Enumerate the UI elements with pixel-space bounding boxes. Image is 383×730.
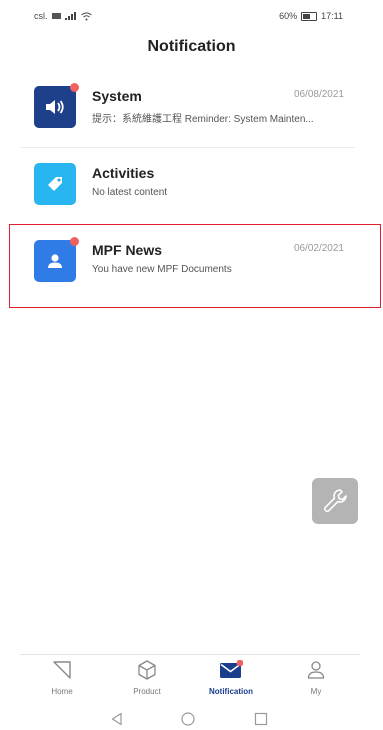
status-bar: csl. 60% 17:11	[0, 0, 383, 30]
wifi-icon	[80, 12, 92, 20]
tab-label: My	[310, 687, 322, 696]
tag-icon	[48, 177, 62, 191]
status-left: csl.	[34, 11, 92, 21]
speaker-icon	[46, 100, 64, 114]
wrench-icon	[324, 489, 347, 513]
notification-date: 06/08/2021	[293, 89, 344, 100]
tab-label: Product	[133, 687, 161, 696]
tabbar-divider	[20, 654, 360, 655]
notification-subtitle: 提示：系統維護工程 Reminder: System Mainten...	[92, 114, 314, 125]
carrier-label: csl.	[34, 11, 48, 21]
system-nav-bar	[0, 710, 383, 730]
recents-icon[interactable]	[254, 712, 268, 726]
battery-percent: 60%	[279, 11, 298, 21]
system-icon-box	[34, 83, 79, 128]
cube-icon	[138, 660, 156, 680]
tab-notification[interactable]: Notification	[195, 658, 267, 700]
tab-product[interactable]: Product	[111, 658, 183, 700]
tools-fab-button[interactable]	[312, 478, 358, 524]
triangle-icon	[53, 661, 71, 679]
activities-icon-box	[34, 163, 76, 205]
page-title: Notification	[147, 38, 236, 55]
tab-my[interactable]: My	[280, 658, 352, 700]
sim-icon	[51, 13, 61, 19]
clock: 17:11	[321, 11, 343, 21]
user-icon	[307, 661, 325, 679]
tab-home[interactable]: Home	[26, 658, 98, 700]
notification-system[interactable]: System 06/08/2021 提示：系統維護工程 Reminder: Sy…	[20, 70, 355, 147]
tab-label: Home	[51, 687, 73, 696]
notification-activities[interactable]: Activities No latest content	[20, 147, 355, 224]
notification-title: System	[92, 88, 142, 104]
selection-highlight-box	[9, 224, 381, 308]
tab-label: Notification	[209, 687, 253, 696]
status-right: 60% 17:11	[279, 11, 343, 21]
unread-dot	[70, 83, 79, 92]
notification-subtitle: No latest content	[92, 187, 168, 198]
envelope-icon	[220, 660, 243, 678]
battery-icon	[301, 11, 318, 21]
signal-icon	[64, 12, 76, 20]
home-circle-icon[interactable]	[181, 712, 195, 726]
back-icon[interactable]	[110, 712, 124, 726]
notification-title: Activities	[92, 165, 155, 181]
